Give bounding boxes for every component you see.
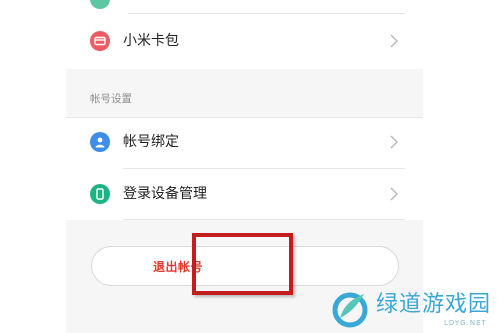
account-settings-group: 帐号绑定 登录设备管理 <box>66 117 423 220</box>
chevron-right-icon <box>390 34 398 48</box>
menu-item-account-binding[interactable]: 帐号绑定 <box>66 117 423 167</box>
highlight-box <box>192 233 293 295</box>
menu-item-label: 小米卡包 <box>123 33 179 49</box>
menu-item-label: 帐号绑定 <box>123 134 179 150</box>
divider <box>128 13 405 14</box>
menu-item-label: 登录设备管理 <box>123 186 207 202</box>
section-title-account-settings: 帐号设置 <box>90 93 132 105</box>
chevron-right-icon <box>390 135 398 149</box>
chevron-right-icon <box>390 187 398 201</box>
menu-item-card-package[interactable]: 小米卡包 <box>66 16 423 66</box>
top-settings-group: 小米卡包 <box>66 0 423 69</box>
watermark-logo-icon <box>332 292 368 328</box>
person-icon <box>90 132 110 152</box>
card-icon <box>90 31 110 51</box>
divider <box>123 219 405 220</box>
partial-menu-icon <box>90 0 110 9</box>
menu-item-device-management[interactable]: 登录设备管理 <box>66 169 423 219</box>
watermark-subtext: LDYG.NET <box>444 319 487 327</box>
phone-icon <box>90 184 110 204</box>
watermark: 绿道游戏园 LDYG.NET <box>326 286 500 333</box>
watermark-text: 绿道游戏园 <box>376 292 492 317</box>
